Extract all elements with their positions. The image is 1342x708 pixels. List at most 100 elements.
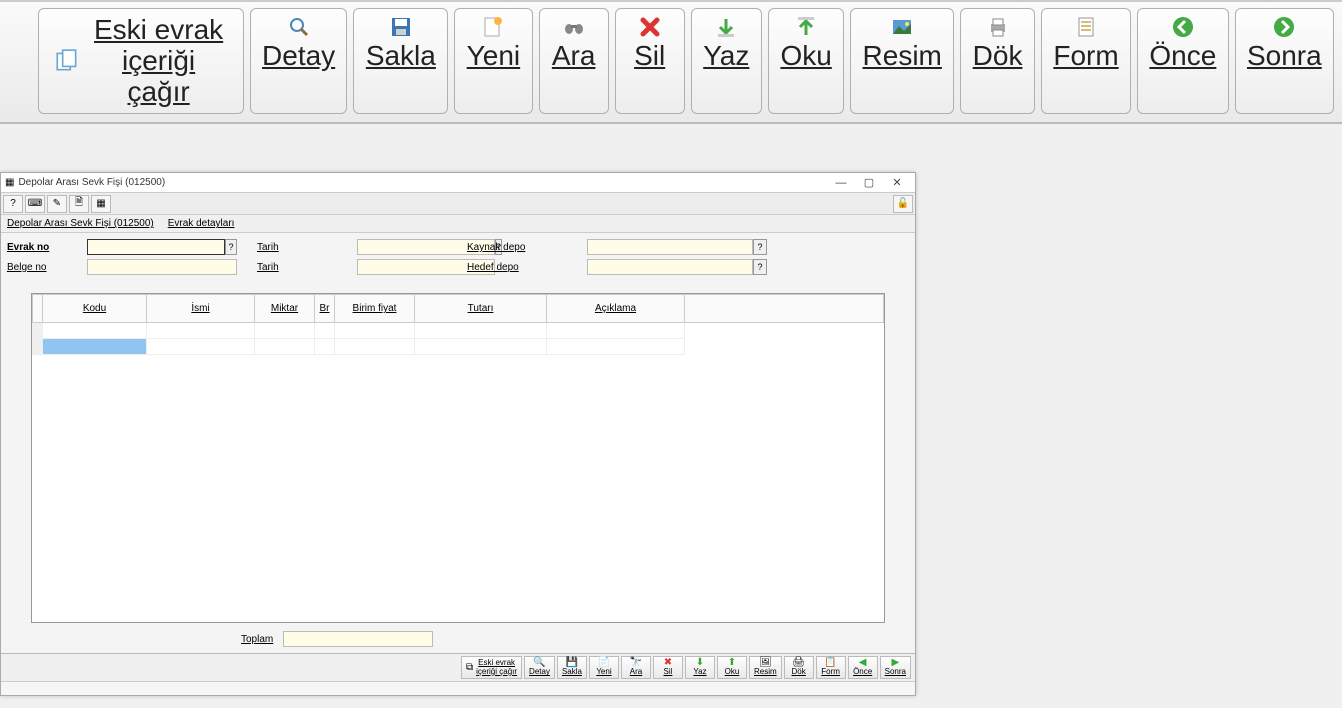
evrak-no-lookup-button[interactable]: ?	[225, 239, 237, 255]
bottom-yeni-button[interactable]: 📄Yeni	[589, 656, 619, 679]
delete-icon	[636, 13, 664, 41]
minimize-button[interactable]: ―	[827, 177, 855, 189]
col-birim-fiyat[interactable]: Birim fiyat	[335, 295, 415, 323]
sil-label: Sil	[634, 41, 665, 72]
recall-button[interactable]: Eski evrak içeriği çağır	[38, 8, 244, 114]
form-icon	[1072, 13, 1100, 41]
yeni-button[interactable]: Yeni	[454, 8, 532, 114]
toplam-label: Toplam	[241, 634, 273, 645]
bottom-detay-button[interactable]: 🔍Detay	[524, 656, 555, 679]
bottom-recall-button[interactable]: ⧉ Eski evrak içeriği çağır	[461, 656, 522, 679]
col-ismi[interactable]: İsmi	[147, 295, 255, 323]
dok-button[interactable]: Dök	[960, 8, 1035, 114]
ara-button[interactable]: Ara	[539, 8, 609, 114]
col-br[interactable]: Br	[315, 295, 335, 323]
recall-label: Eski evrak içeriği çağır	[88, 15, 228, 107]
tab-main[interactable]: Depolar Arası Sevk Fişi (012500)	[7, 218, 154, 229]
binoculars-icon	[560, 13, 588, 41]
oku-label: Oku	[780, 41, 831, 72]
detay-label: Detay	[262, 41, 335, 72]
sakla-button[interactable]: Sakla	[353, 8, 448, 114]
sonra-button[interactable]: Sonra	[1235, 8, 1334, 114]
resim-label: Resim	[863, 41, 942, 72]
once-button[interactable]: Önce	[1137, 8, 1229, 114]
bottom-once-button[interactable]: ◀Önce	[848, 656, 878, 679]
kaynak-depo-input[interactable]	[587, 239, 753, 255]
belge-no-input[interactable]	[87, 259, 237, 275]
evrak-no-label: Evrak no	[7, 242, 67, 253]
col-aciklama[interactable]: Açıklama	[547, 295, 685, 323]
window-icon: ▦	[5, 177, 14, 188]
page-mini-button[interactable]: 🗎	[69, 195, 89, 213]
edit-mini-button[interactable]: ✎	[47, 195, 67, 213]
grid-mini-button[interactable]: ▦	[91, 195, 111, 213]
ara-label: Ara	[552, 41, 596, 72]
statusbar	[1, 681, 915, 695]
bottom-sil-button[interactable]: ✖Sil	[653, 656, 683, 679]
copy-icon	[53, 47, 80, 75]
table-row[interactable]	[33, 323, 884, 339]
new-icon	[479, 13, 507, 41]
hedef-depo-lookup-button[interactable]: ?	[753, 259, 767, 275]
table-row[interactable]	[33, 339, 884, 355]
bottom-sakla-button[interactable]: 💾Sakla	[557, 656, 587, 679]
copy-icon: ⧉	[466, 663, 473, 673]
print-icon	[984, 13, 1012, 41]
save-icon	[387, 13, 415, 41]
totals-row: Toplam	[1, 623, 915, 653]
yaz-button[interactable]: Yaz	[691, 8, 762, 114]
form-label: Form	[1053, 41, 1118, 72]
data-grid[interactable]: Kodu İsmi Miktar Br Birim fiyat Tutarı A…	[31, 293, 885, 623]
kaynak-depo-label: Kaynak depo	[467, 242, 567, 253]
bottom-oku-button[interactable]: ⬆Oku	[717, 656, 747, 679]
bottom-sonra-button[interactable]: ▶Sonra	[880, 656, 911, 679]
titlebar: ▦ Depolar Arası Sevk Fişi (012500) ― ▢ ✕	[1, 173, 915, 193]
bottom-toolbar: ⧉ Eski evrak içeriği çağır 🔍Detay 💾Sakla…	[1, 653, 915, 681]
once-label: Önce	[1149, 41, 1216, 72]
bottom-ara-button[interactable]: 🔭Ara	[621, 656, 651, 679]
sakla-label: Sakla	[366, 41, 436, 72]
tarih2-label: Tarih	[257, 262, 337, 273]
resim-button[interactable]: Resim	[850, 8, 954, 114]
col-miktar[interactable]: Miktar	[255, 295, 315, 323]
right-arrow-icon	[1270, 13, 1298, 41]
down-arrow-icon	[712, 13, 740, 41]
window-title: Depolar Arası Sevk Fişi (012500)	[18, 177, 827, 188]
bottom-yaz-button[interactable]: ⬇Yaz	[685, 656, 715, 679]
form-button[interactable]: Form	[1041, 8, 1131, 114]
mini-toolbar: ? ⌨ ✎ 🗎 ▦ 🔓	[1, 193, 915, 215]
up-arrow-icon	[792, 13, 820, 41]
keyboard-mini-button[interactable]: ⌨	[25, 195, 45, 213]
close-button[interactable]: ✕	[883, 176, 911, 189]
bottom-resim-button[interactable]: 🖼Resim	[749, 656, 782, 679]
bottom-form-button[interactable]: 📋Form	[816, 656, 846, 679]
image-icon	[888, 13, 916, 41]
help-mini-button[interactable]: ?	[3, 195, 23, 213]
magnify-icon	[285, 13, 313, 41]
maximize-button[interactable]: ▢	[855, 176, 883, 189]
bottom-dok-button[interactable]: 🖨Dök	[784, 656, 814, 679]
belge-no-label: Belge no	[7, 262, 67, 273]
main-toolbar: Eski evrak içeriği çağır Detay Sakla Yen…	[0, 0, 1342, 124]
oku-button[interactable]: Oku	[768, 8, 844, 114]
left-arrow-icon	[1169, 13, 1197, 41]
col-kodu[interactable]: Kodu	[43, 295, 147, 323]
tarih1-label: Tarih	[257, 242, 337, 253]
selected-cell[interactable]	[43, 339, 147, 355]
tab-details[interactable]: Evrak detayları	[168, 218, 235, 229]
tabs: Depolar Arası Sevk Fişi (012500) Evrak d…	[1, 215, 915, 233]
form-area: Evrak no ? Tarih ? Kaynak depo ? Belge n…	[1, 233, 915, 275]
kaynak-depo-lookup-button[interactable]: ?	[753, 239, 767, 255]
dok-label: Dök	[973, 41, 1023, 72]
yaz-label: Yaz	[703, 41, 749, 72]
lock-button[interactable]: 🔓	[893, 195, 913, 213]
sonra-label: Sonra	[1247, 41, 1322, 72]
evrak-no-input[interactable]	[87, 239, 225, 255]
hedef-depo-input[interactable]	[587, 259, 753, 275]
hedef-depo-label: Hedef depo	[467, 262, 567, 273]
col-tutari[interactable]: Tutarı	[415, 295, 547, 323]
yeni-label: Yeni	[467, 41, 520, 72]
toplam-input[interactable]	[283, 631, 433, 647]
detay-button[interactable]: Detay	[250, 8, 348, 114]
sil-button[interactable]: Sil	[615, 8, 685, 114]
